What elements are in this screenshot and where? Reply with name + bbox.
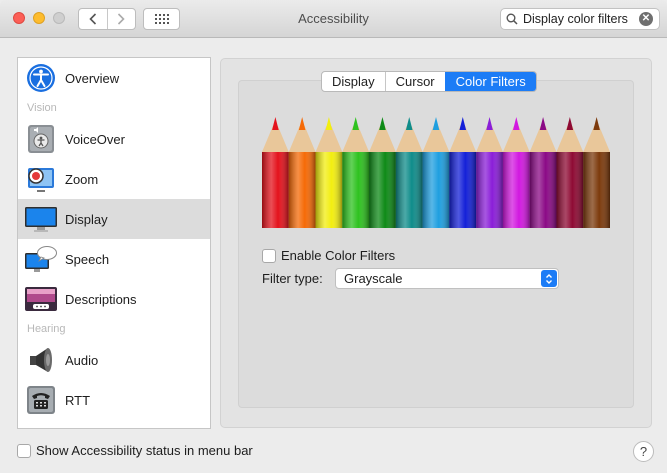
chevron-up-down-icon (541, 270, 557, 287)
tab-cursor[interactable]: Cursor (384, 72, 445, 91)
close-window-button[interactable] (13, 12, 25, 24)
menu-bar-status-row: Show Accessibility status in menu bar (17, 443, 253, 458)
chevron-left-icon (89, 13, 96, 25)
clear-search-icon[interactable]: ✕ (639, 12, 653, 26)
show-status-checkbox[interactable] (17, 443, 31, 458)
tab-display[interactable]: Display (322, 72, 385, 91)
section-header-vision: Vision (27, 102, 57, 114)
sidebar-item-label: Audio (65, 352, 99, 368)
pencil (556, 117, 584, 228)
sidebar-item-label: Descriptions (65, 291, 137, 307)
show-status-label[interactable]: Show Accessibility status in menu bar (36, 443, 253, 458)
sidebar-item-label: VoiceOver (65, 131, 125, 147)
preferences-window: Accessibility ✕ Overview Vision (0, 0, 667, 473)
sidebar-item-speech[interactable]: Speech (18, 239, 210, 279)
telephone-icon (24, 384, 58, 416)
grid-icon (154, 14, 169, 24)
pencil (288, 117, 316, 228)
pencil (476, 117, 503, 228)
sidebar-item-display[interactable]: Display (18, 199, 210, 239)
enable-color-filters-label[interactable]: Enable Color Filters (281, 248, 395, 263)
tab-color-filters[interactable]: Color Filters (444, 72, 536, 91)
pencil (262, 117, 289, 228)
descriptions-icon (24, 283, 58, 315)
help-button[interactable]: ? (633, 441, 654, 462)
section-header-hearing: Hearing (27, 323, 66, 335)
pencil (395, 117, 423, 228)
search-field[interactable]: ✕ (500, 8, 660, 30)
sidebar-item-label: Display (65, 211, 108, 227)
tab-bar: Display Cursor Color Filters (321, 71, 537, 92)
sidebar-item-label: Zoom (65, 171, 99, 187)
zoom-icon (24, 163, 58, 195)
pencil (369, 117, 396, 228)
pencil (422, 117, 450, 228)
pencil (342, 117, 370, 228)
accessibility-icon (24, 62, 58, 94)
forward-button[interactable] (106, 9, 136, 29)
sidebar-item-label: Overview (65, 70, 120, 86)
pencil (449, 117, 477, 228)
minimize-window-button[interactable] (33, 12, 45, 24)
chevron-right-icon (118, 13, 125, 25)
sidebar-item-label: Speech (65, 251, 110, 267)
sidebar: Overview Vision VoiceOver Zoom Display S… (17, 57, 211, 429)
filter-type-label: Filter type: (262, 271, 323, 286)
speech-icon (24, 243, 58, 275)
title-bar: Accessibility ✕ (0, 0, 667, 38)
pencil (583, 117, 610, 228)
sidebar-item-rtt[interactable]: RTT (18, 380, 210, 420)
sidebar-item-audio[interactable]: Audio (18, 340, 210, 380)
search-input[interactable] (523, 12, 639, 26)
back-button[interactable] (79, 9, 107, 29)
enable-color-filters-checkbox[interactable] (262, 248, 276, 263)
sidebar-item-descriptions[interactable]: Descriptions (18, 279, 210, 319)
show-all-button[interactable] (143, 8, 180, 30)
display-icon (24, 203, 58, 235)
color-pencils-image (262, 117, 610, 228)
pencil (529, 117, 557, 228)
navigation-buttons (78, 8, 136, 30)
sidebar-item-voiceover[interactable]: VoiceOver (18, 119, 210, 159)
speaker-icon (24, 344, 58, 376)
zoom-window-button[interactable] (53, 12, 65, 24)
search-icon (501, 13, 523, 25)
sidebar-item-zoom[interactable]: Zoom (18, 159, 210, 199)
filter-type-value: Grayscale (344, 271, 403, 286)
pencil (502, 117, 530, 228)
sidebar-item-label: RTT (65, 392, 91, 408)
filter-type-select[interactable]: Grayscale (335, 268, 559, 289)
voiceover-icon (24, 123, 58, 155)
sidebar-item-overview[interactable]: Overview (18, 58, 210, 98)
enable-color-filters-row: Enable Color Filters (262, 248, 395, 263)
pencil (315, 117, 343, 228)
